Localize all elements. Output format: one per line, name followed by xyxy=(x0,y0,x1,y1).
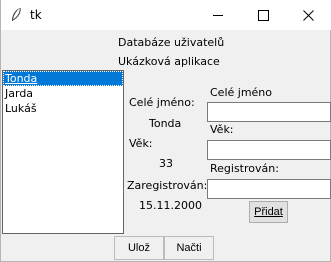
load-button-label: Načti xyxy=(176,242,202,254)
list-item[interactable]: Jarda xyxy=(3,86,123,101)
form-registered-label: Registrován: xyxy=(210,162,279,175)
detail-age-value: 33 xyxy=(159,157,173,170)
app-heading: Databáze uživatelů xyxy=(118,36,225,49)
detail-name-value: Tonda xyxy=(149,117,182,130)
close-button[interactable] xyxy=(286,0,331,30)
load-button[interactable]: Načti xyxy=(164,236,214,260)
name-field[interactable] xyxy=(207,102,331,122)
users-listbox[interactable]: Tonda Jarda Lukáš xyxy=(2,70,124,234)
detail-age-label: Věk: xyxy=(129,137,153,150)
close-icon xyxy=(303,10,314,21)
list-item[interactable]: Tonda xyxy=(3,71,123,86)
save-button-label: Ulož xyxy=(127,242,150,254)
form-name-label: Celé jméno xyxy=(210,86,273,99)
form-age-label: Věk: xyxy=(210,123,234,136)
add-button-label: Přidat xyxy=(254,206,283,218)
maximize-icon xyxy=(258,10,269,21)
app-subheading: Ukázková aplikace xyxy=(118,55,220,68)
list-item[interactable]: Lukáš xyxy=(3,101,123,116)
minimize-button[interactable] xyxy=(196,0,241,30)
maximize-button[interactable] xyxy=(241,0,286,30)
add-button[interactable]: Přidat xyxy=(249,201,288,223)
registered-field[interactable] xyxy=(207,179,331,199)
detail-registered-label: Zaregistrován: xyxy=(127,179,208,192)
title-bar[interactable]: tk xyxy=(1,0,331,30)
window-title: tk xyxy=(30,8,42,22)
age-field[interactable] xyxy=(207,140,331,160)
feather-icon xyxy=(9,7,23,23)
detail-name-label: Celé jméno: xyxy=(129,96,195,109)
save-button[interactable]: Ulož xyxy=(114,236,164,260)
detail-registered-value: 15.11.2000 xyxy=(139,199,202,212)
app-window: tk Databáze uživatelů Ukázková aplikace … xyxy=(0,0,331,262)
minimize-icon xyxy=(213,15,223,16)
